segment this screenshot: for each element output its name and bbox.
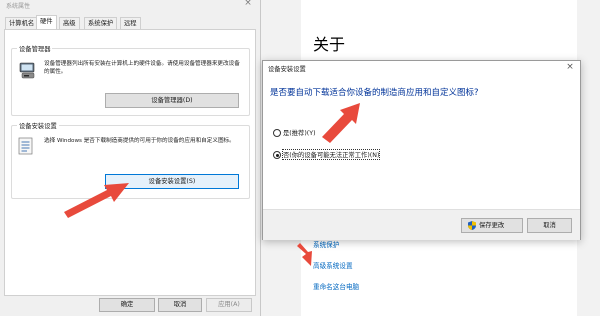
- page-title: 关于: [313, 35, 346, 54]
- device-manager-icon: [19, 62, 35, 79]
- system-protection-link[interactable]: 系统保护: [313, 239, 339, 249]
- close-icon[interactable]: ×: [563, 62, 577, 74]
- ok-button[interactable]: 确定: [99, 298, 155, 312]
- radio-button-selected[interactable]: [273, 151, 281, 159]
- apply-button[interactable]: 应用(A): [206, 298, 252, 312]
- close-icon[interactable]: ×: [241, 0, 255, 10]
- device-manager-description: 设备管理器列出所有安装在计算机上的硬件设备。请使用设备管理器来更改设备的属性。: [44, 61, 240, 75]
- system-properties-window: 系统属性 × 计算机名 硬件 高级 系统保护 远程 设备管理器 设备管理器列出所…: [0, 0, 261, 316]
- save-changes-button[interactable]: 保存更改: [461, 218, 523, 233]
- radio-label: 否(你的设备可能无法正常工作)(N): [281, 149, 381, 160]
- tab-hardware[interactable]: 硬件: [36, 15, 57, 30]
- hardware-tab-panel: 设备管理器 设备管理器列出所有安装在计算机上的硬件设备。请使用设备管理器来更改设…: [4, 29, 256, 296]
- save-changes-label: 保存更改: [479, 222, 505, 229]
- device-install-settings-button[interactable]: 设备安装设置(S): [105, 174, 239, 189]
- radio-button[interactable]: [273, 129, 281, 137]
- window-title: 系统属性: [6, 3, 31, 10]
- device-install-settings-description: 选择 Windows 是否下载制造商提供的可用于你的设备的应用和自定义图标。: [44, 138, 235, 144]
- settings-document-icon: [18, 137, 33, 155]
- device-installation-settings-dialog: 设备安装设置 × 是否要自动下载适合你设备的制造商应用和自定义图标? 是(推荐)…: [262, 60, 581, 240]
- rename-pc-link[interactable]: 重命名这台电脑: [313, 281, 359, 291]
- device-manager-button[interactable]: 设备管理器(D): [105, 93, 239, 108]
- cancel-button[interactable]: 取消: [527, 218, 572, 233]
- device-install-settings-group: 设备安装设置 选择 Windows 是否下载制造商提供的可用于你的设备的应用和自…: [11, 121, 250, 199]
- dialog-title: 设备安装设置: [268, 66, 306, 73]
- device-manager-group: 设备管理器 设备管理器列出所有安装在计算机上的硬件设备。请使用设备管理器来更改设…: [11, 44, 250, 116]
- group-title: 设备管理器: [17, 44, 53, 53]
- dialog-footer: 保存更改 取消: [263, 209, 580, 240]
- advanced-system-settings-link[interactable]: 高级系统设置: [313, 260, 353, 270]
- cancel-button[interactable]: 取消: [158, 298, 202, 312]
- radio-label: 是(推荐)(Y): [283, 130, 316, 137]
- group-title: 设备安装设置: [17, 121, 59, 130]
- shield-icon: [468, 221, 476, 230]
- dialog-question: 是否要自动下载适合你设备的制造商应用和自定义图标?: [270, 88, 479, 98]
